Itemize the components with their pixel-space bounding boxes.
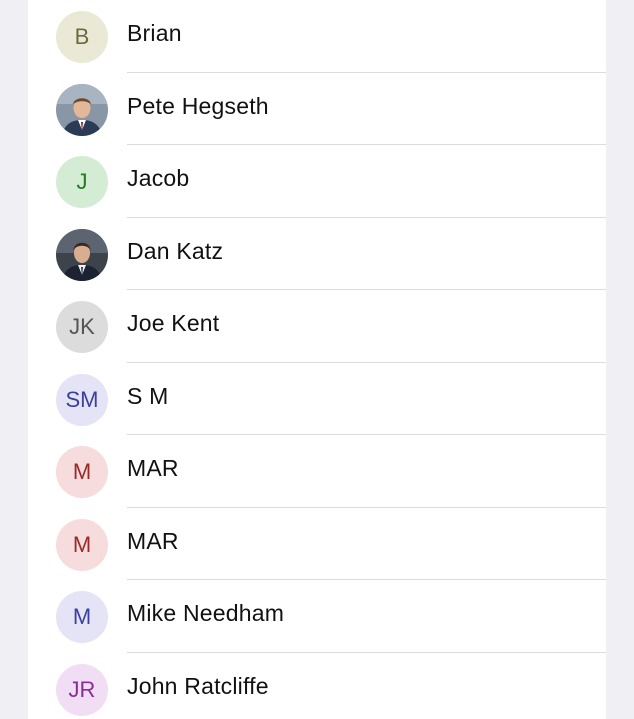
avatar-initials: J (76, 169, 88, 194)
contact-name: Joe Kent (127, 310, 220, 336)
contact-name: Brian (127, 20, 182, 46)
contact-row-john-ratcliffe[interactable]: JR John Ratcliffe (28, 653, 606, 719)
contact-name: Jacob (127, 165, 190, 191)
contact-row-s-m[interactable]: SM S M (28, 363, 606, 435)
contact-name: John Ratcliffe (127, 672, 269, 699)
contact-row-mar[interactable]: M MAR (28, 508, 606, 580)
avatar: JR (56, 663, 108, 716)
avatar-initials: SM (65, 386, 99, 412)
contact-row-mar[interactable]: M MAR (28, 435, 606, 508)
avatar-initials: B (74, 24, 90, 49)
avatar: B (56, 11, 108, 63)
contact-name: Dan Katz (127, 237, 224, 264)
person-photo-icon (56, 83, 108, 136)
contact-name: S M (127, 382, 169, 409)
person-photo-icon (56, 228, 108, 281)
avatar-initials: M (72, 604, 92, 629)
contact-name: Pete Hegseth (127, 92, 269, 119)
contact-row-dan-katz[interactable]: Dan Katz (28, 218, 606, 290)
avatar: JK (56, 301, 108, 353)
avatar-initials: JR (68, 676, 96, 702)
contacts-list: B Brian Pete Hegseth J Jacob Dan Katz JK… (28, 0, 606, 719)
avatar: M (56, 591, 108, 643)
contact-row-jacob[interactable]: J Jacob (28, 145, 606, 218)
contact-name: MAR (127, 527, 179, 554)
contact-row-joe-kent[interactable]: JK Joe Kent (28, 290, 606, 363)
contact-name: Mike Needham (127, 600, 285, 626)
avatar-initials: JK (69, 314, 95, 339)
avatar-initials: M (72, 459, 92, 484)
avatar-initials: M (72, 531, 92, 557)
contact-row-pete-hegseth[interactable]: Pete Hegseth (28, 73, 606, 145)
contact-name: MAR (127, 455, 179, 481)
contact-row-mike-needham[interactable]: M Mike Needham (28, 580, 606, 653)
avatar: J (56, 156, 108, 208)
avatar: M (56, 518, 108, 571)
avatar: M (56, 446, 108, 498)
avatar: SM (56, 373, 108, 426)
contact-row-brian[interactable]: B Brian (28, 0, 606, 73)
